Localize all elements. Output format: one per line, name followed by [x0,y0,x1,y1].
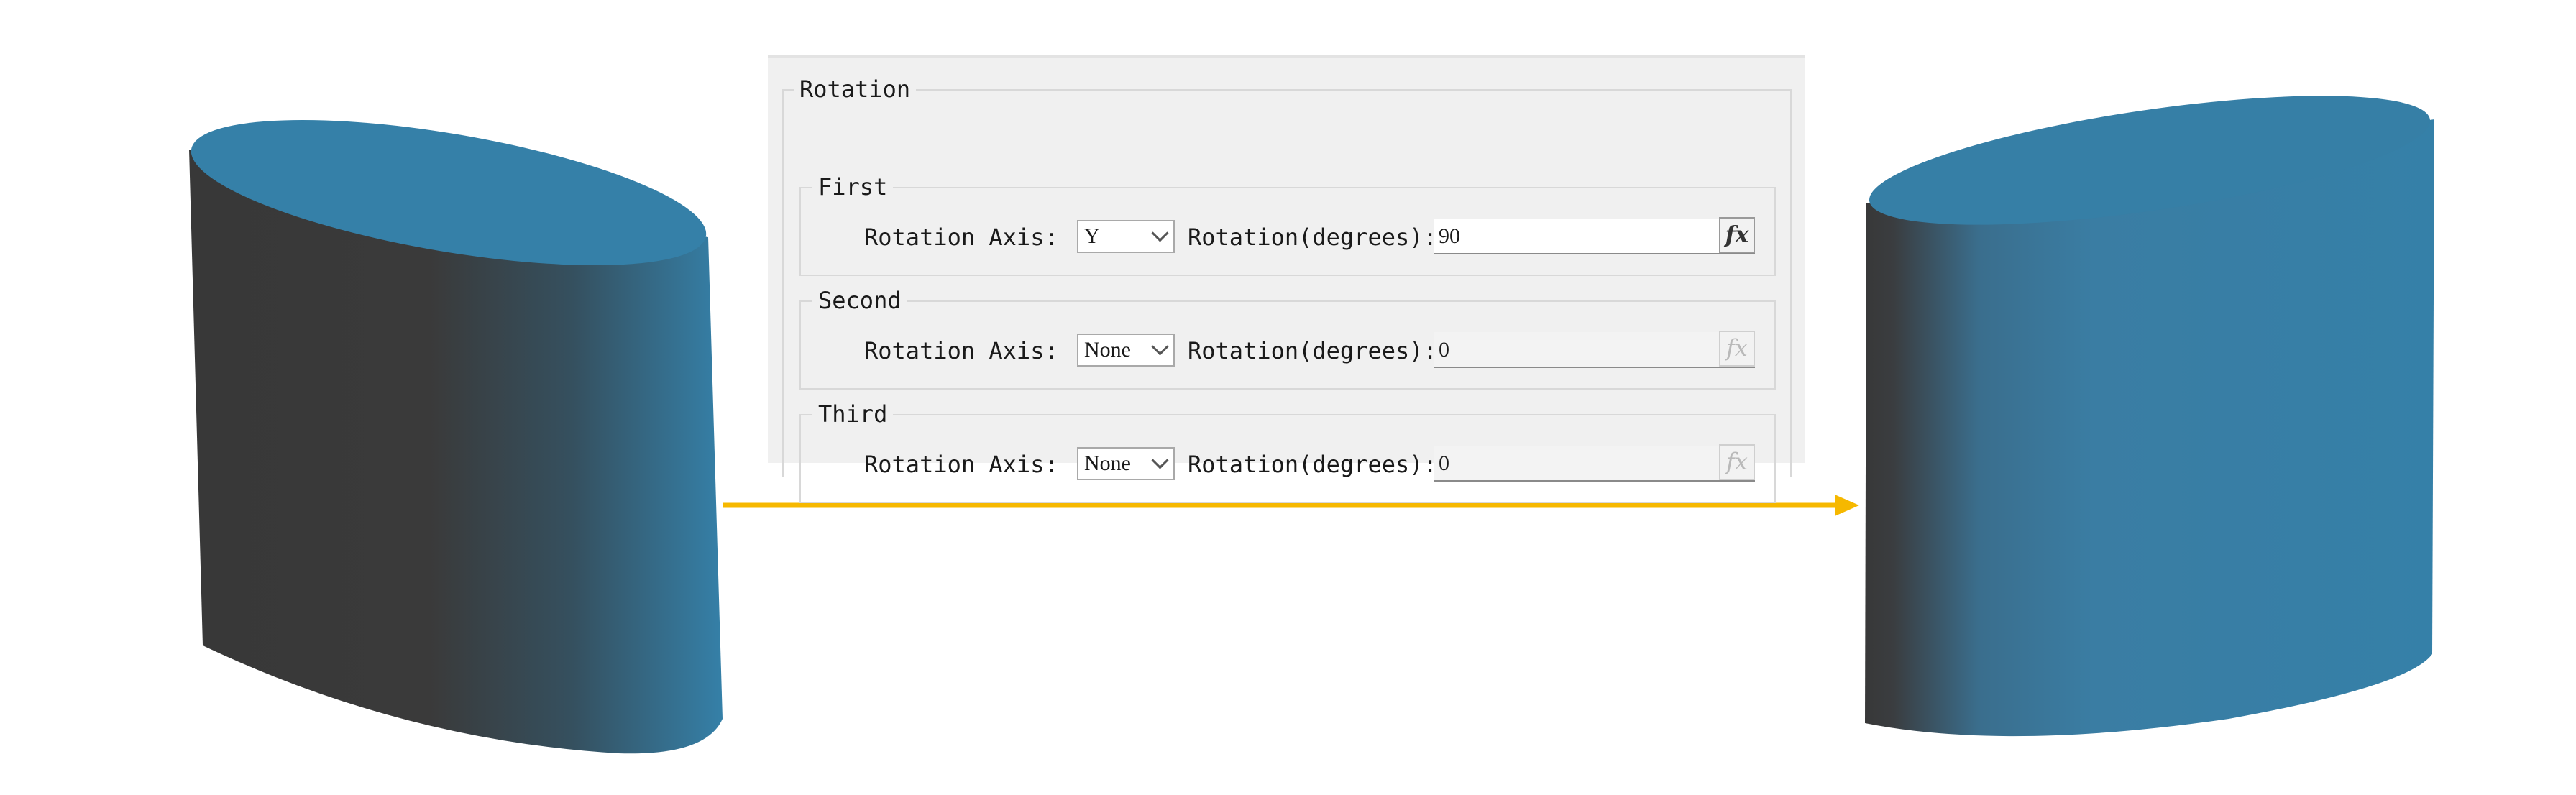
first-axis-value: Y [1084,224,1100,248]
rotated-cylinder [1865,96,2434,737]
third-degrees-value: 0 [1439,451,1449,475]
second-axis-value: None [1084,338,1131,362]
first-degrees-label: Rotation(degrees): [1188,224,1437,251]
third-axis-label: Rotation Axis: [864,451,1058,478]
panel-tab-strip [768,55,1805,58]
second-degrees-label: Rotation(degrees): [1188,337,1437,364]
chevron-down-icon [1151,224,1169,242]
second-axis-select[interactable]: None [1077,334,1175,367]
third-degrees-label: Rotation(degrees): [1188,451,1437,478]
third-axis-value: None [1084,451,1131,475]
first-axis-label: Rotation Axis: [864,224,1058,251]
third-group-title: Third [812,400,894,428]
third-degrees-input[interactable]: 0 fx [1434,444,1755,482]
first-degrees-value: 90 [1439,224,1460,248]
second-degrees-value: 0 [1439,338,1449,362]
first-axis-select[interactable]: Y [1077,220,1175,253]
third-axis-select[interactable]: None [1077,447,1175,480]
rotation-group: Rotation First Rotation Axis: Y Rotation… [782,75,1792,503]
second-degrees-input[interactable]: 0 fx [1434,331,1755,368]
chevron-down-icon [1151,451,1169,469]
rotation-group-title: Rotation [794,75,917,104]
rotation-panel: Rotation First Rotation Axis: Y Rotation… [768,55,1805,503]
first-fx-button[interactable]: fx [1719,217,1755,253]
second-group-title: Second [812,286,907,315]
third-fx-button[interactable]: fx [1719,444,1755,480]
first-rotation-group: First Rotation Axis: Y Rotation(degrees)… [799,173,1776,276]
source-cylinder [189,119,723,754]
second-rotation-group: Second Rotation Axis: None Rotation(degr… [799,286,1776,390]
chevron-down-icon [1151,338,1169,356]
second-axis-label: Rotation Axis: [864,337,1058,364]
third-rotation-group: Third Rotation Axis: None Rotation(degre… [799,400,1776,503]
second-fx-button[interactable]: fx [1719,331,1755,367]
first-degrees-input[interactable]: 90 fx [1434,217,1755,254]
first-group-title: First [812,173,894,201]
